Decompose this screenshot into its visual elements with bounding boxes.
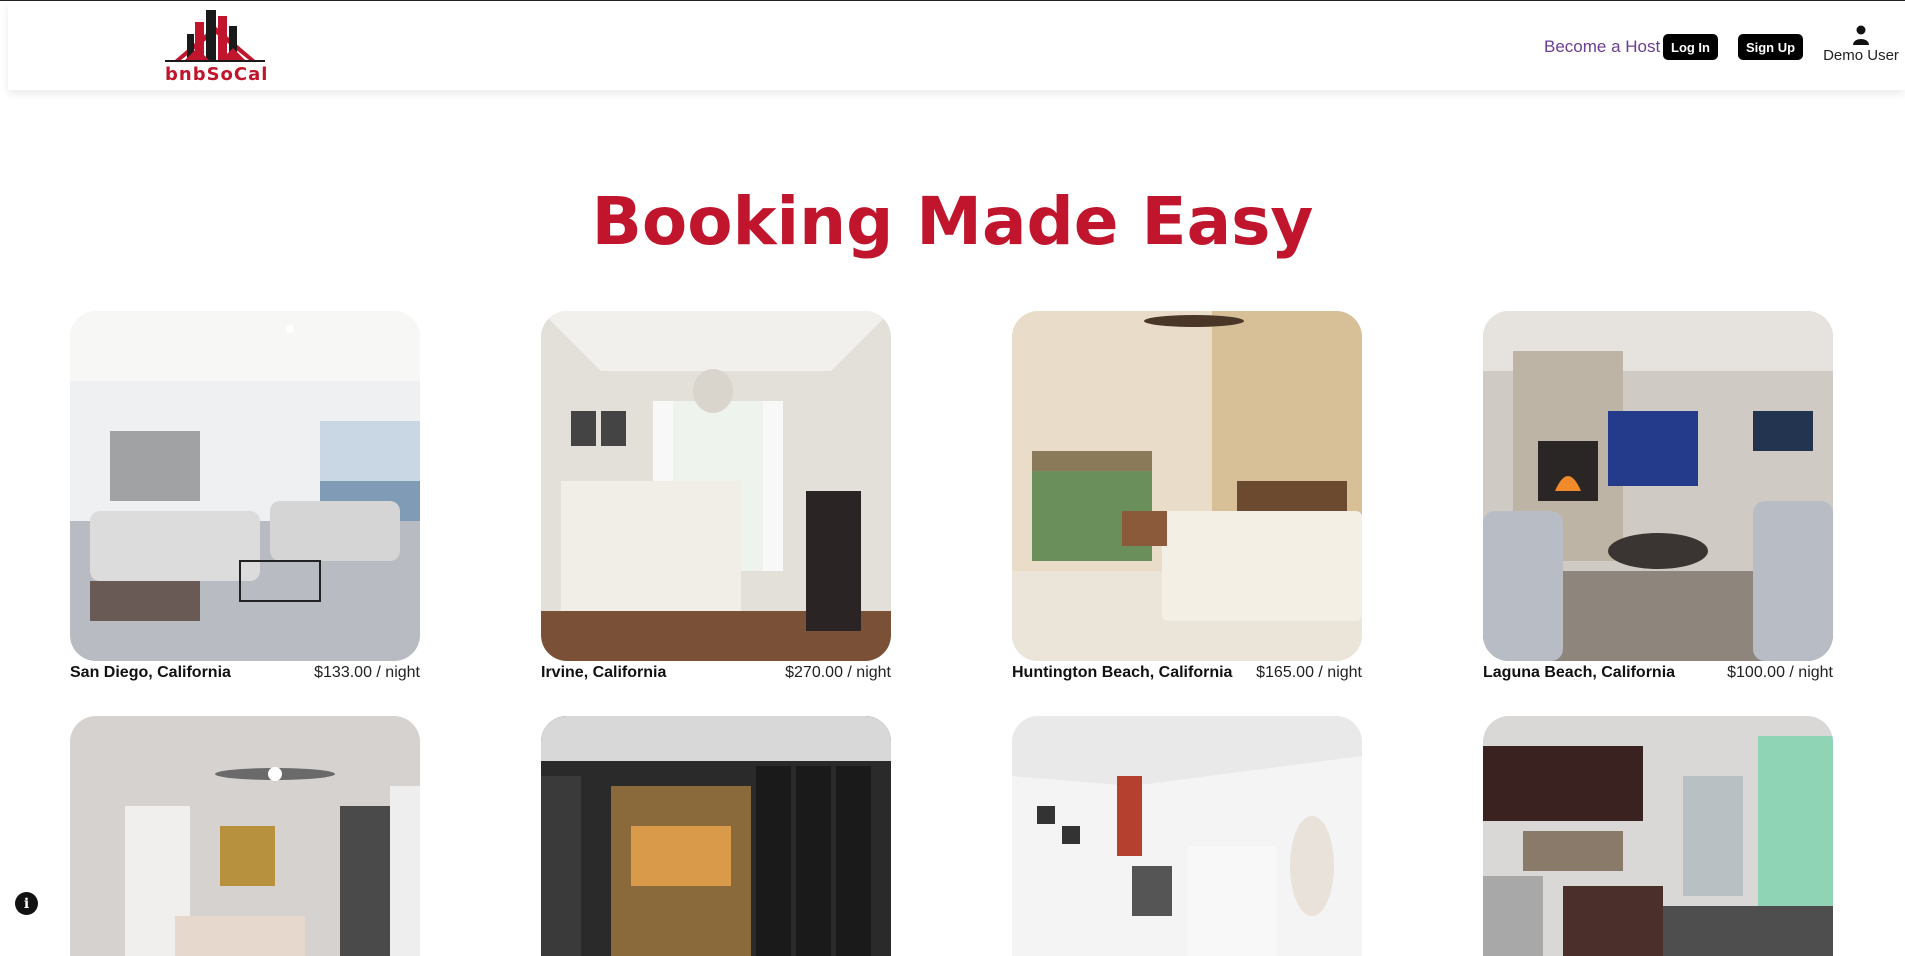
- listing-price: $133.00 / night: [314, 664, 420, 681]
- signup-button[interactable]: Sign Up: [1738, 34, 1803, 60]
- listing-location: San Diego, California: [70, 664, 231, 681]
- user-label: Demo User: [1823, 47, 1899, 64]
- listing-photo[interactable]: [1012, 311, 1362, 661]
- listing-photo[interactable]: [541, 716, 891, 956]
- listing-price: $165.00 / night: [1256, 664, 1362, 681]
- listing-price: $100.00 / night: [1727, 664, 1833, 681]
- logo-skyline-icon: [165, 10, 265, 62]
- listing-photo[interactable]: [70, 311, 420, 661]
- listing-price: $270.00 / night: [785, 664, 891, 681]
- listing-location: Huntington Beach, California: [1012, 664, 1233, 681]
- listing-photo[interactable]: [1483, 311, 1833, 661]
- listing-photo[interactable]: [541, 311, 891, 661]
- hero-title: Booking Made Easy: [591, 183, 1314, 260]
- logo-text: bnbSoCal: [165, 64, 269, 85]
- listing-photo[interactable]: [70, 716, 420, 956]
- become-host-link[interactable]: Become a Host: [1544, 37, 1660, 57]
- info-icon[interactable]: i: [15, 892, 38, 915]
- listing-location: Irvine, California: [541, 664, 667, 681]
- listing-photo[interactable]: [1483, 716, 1833, 956]
- site-header: bnbSoCal Become a Host Log In Sign Up De…: [8, 1, 1905, 90]
- user-menu[interactable]: Demo User: [1821, 25, 1901, 67]
- login-button[interactable]: Log In: [1663, 34, 1718, 60]
- user-icon: [1853, 25, 1869, 45]
- listing-photo[interactable]: [1012, 716, 1362, 956]
- logo[interactable]: bnbSoCal: [165, 8, 269, 86]
- listing-location: Laguna Beach, California: [1483, 664, 1676, 681]
